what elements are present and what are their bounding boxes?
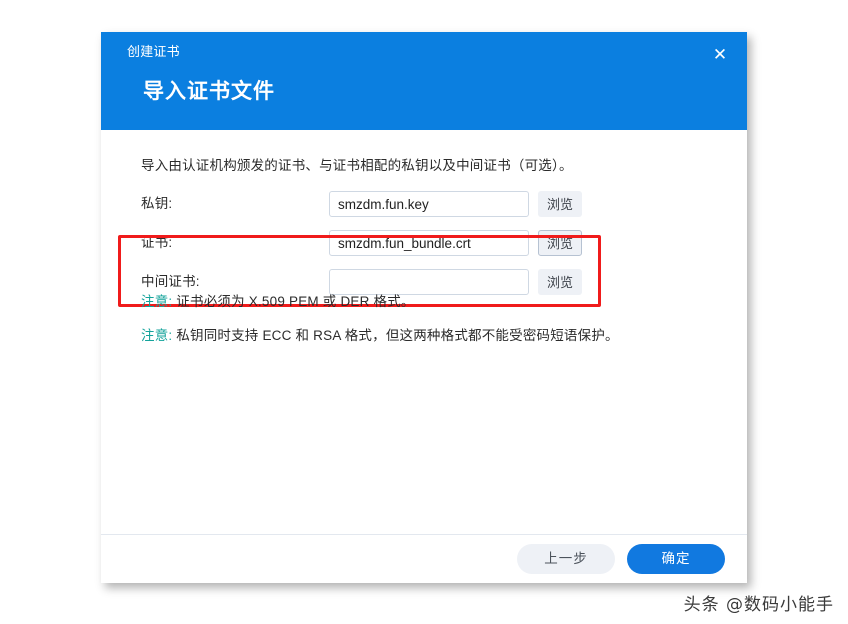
intermediate-certificate-input[interactable] <box>329 269 529 295</box>
browse-button-certificate[interactable]: 浏览 <box>538 230 582 256</box>
confirm-button[interactable]: 确定 <box>627 544 725 574</box>
certificate-label: 证书: <box>141 235 173 250</box>
intermediate-certificate-label: 中间证书: <box>141 274 200 289</box>
notice-tag: 注意: <box>141 294 173 309</box>
browse-button-private-key[interactable]: 浏览 <box>538 191 582 217</box>
dialog-eyebrow: 创建证书 <box>127 44 180 59</box>
dialog-body: 导入由认证机构颁发的证书、与证书相配的私钥以及中间证书（可选）。 私钥: 浏览 … <box>101 130 747 534</box>
close-icon: ✕ <box>712 44 728 64</box>
notice-area: 注意: 证书必须为 X.509 PEM 或 DER 格式。 注意: 私钥同时支持… <box>141 293 701 361</box>
dialog-description: 导入由认证机构颁发的证书、与证书相配的私钥以及中间证书（可选）。 <box>141 158 573 173</box>
dialog-header: 创建证书 导入证书文件 ✕ <box>101 32 747 130</box>
watermark: 头条 @数码小能手 <box>683 595 834 615</box>
back-button[interactable]: 上一步 <box>517 544 615 574</box>
notice-line-format: 注意: 证书必须为 X.509 PEM 或 DER 格式。 <box>141 293 701 311</box>
form-row-private-key: 私钥: 浏览 <box>101 186 747 222</box>
certificate-input[interactable] <box>329 230 529 256</box>
create-certificate-dialog: 创建证书 导入证书文件 ✕ 导入由认证机构颁发的证书、与证书相配的私钥以及中间证… <box>101 32 747 583</box>
notice-line-key-support: 注意: 私钥同时支持 ECC 和 RSA 格式，但这两种格式都不能受密码短语保护… <box>141 327 701 345</box>
certificate-form: 私钥: 浏览 证书: 浏览 中间证书: 浏览 <box>101 186 747 307</box>
page-root: 创建证书 导入证书文件 ✕ 导入由认证机构颁发的证书、与证书相配的私钥以及中间证… <box>0 0 848 624</box>
notice-text: 证书必须为 X.509 PEM 或 DER 格式。 <box>172 294 415 309</box>
close-button[interactable]: ✕ <box>705 40 735 68</box>
dialog-footer: 上一步 确定 <box>101 534 747 583</box>
private-key-input[interactable] <box>329 191 529 217</box>
notice-text: 私钥同时支持 ECC 和 RSA 格式，但这两种格式都不能受密码短语保护。 <box>172 328 619 343</box>
form-row-certificate: 证书: 浏览 <box>101 225 747 261</box>
notice-tag: 注意: <box>141 328 173 343</box>
browse-button-intermediate-certificate[interactable]: 浏览 <box>538 269 582 295</box>
page-title: 导入证书文件 <box>143 80 275 103</box>
private-key-label: 私钥: <box>141 196 173 211</box>
